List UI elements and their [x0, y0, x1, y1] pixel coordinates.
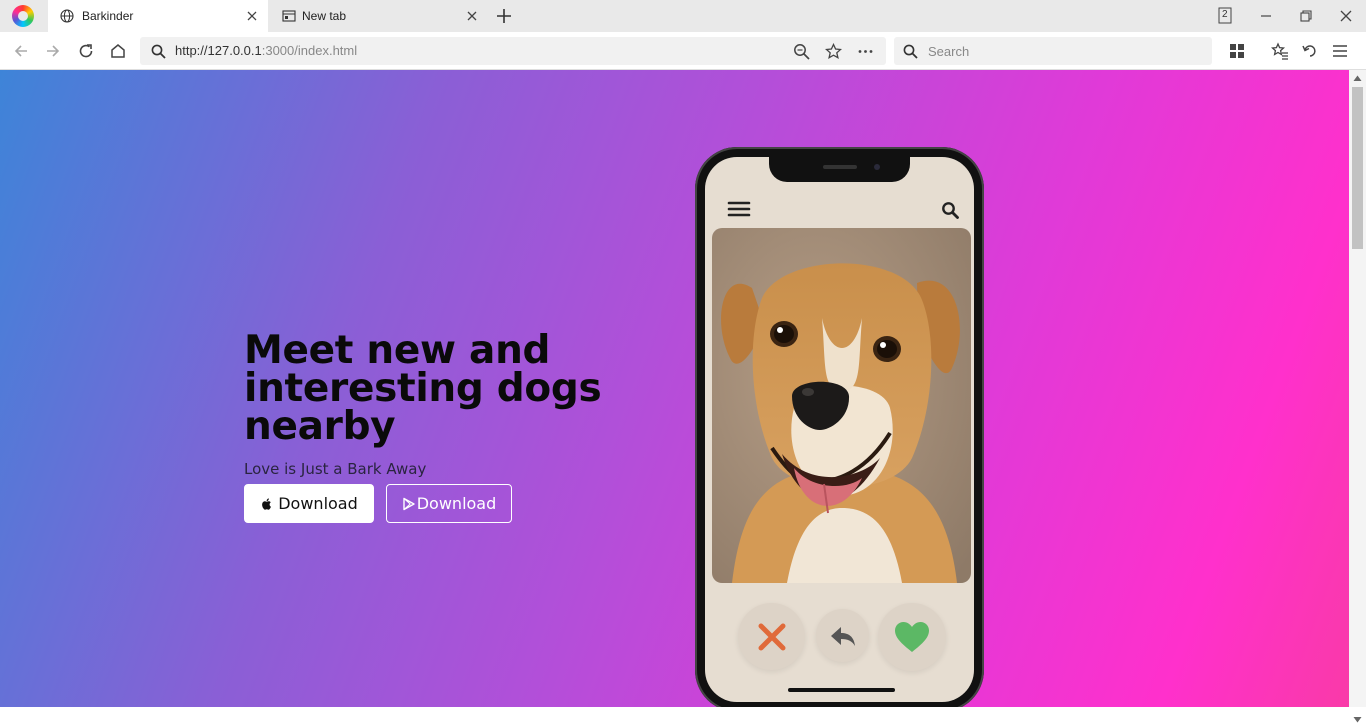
like-button[interactable]: [878, 603, 946, 671]
play-download-button[interactable]: Download: [386, 484, 512, 523]
close-tab-icon[interactable]: [464, 8, 480, 24]
phone-speaker: [823, 165, 857, 169]
page-hero: Meet new and interesting dogs nearby Lov…: [0, 70, 1349, 707]
search-icon[interactable]: [941, 201, 959, 219]
vertical-scrollbar[interactable]: [1349, 70, 1366, 723]
minimize-icon[interactable]: [1256, 6, 1276, 26]
hero-title: Meet new and interesting dogs nearby: [244, 328, 602, 449]
phone-camera: [874, 164, 880, 170]
page-bottom-edge: [0, 707, 1349, 723]
new-tab-plus-icon[interactable]: [495, 7, 513, 25]
address-bar[interactable]: http://127.0.0.1:3000/index.html: [140, 37, 886, 65]
search-icon: [903, 44, 918, 59]
forward-arrow-icon[interactable]: [44, 42, 62, 60]
search-input[interactable]: [926, 41, 1196, 61]
scroll-up-icon[interactable]: [1353, 74, 1362, 82]
favorites-icon[interactable]: [1271, 42, 1289, 60]
search-box[interactable]: [894, 37, 1212, 65]
play-store-icon: [403, 497, 415, 510]
tab-new-tab[interactable]: New tab: [270, 0, 488, 32]
phone-screen: [705, 157, 974, 702]
bookmark-star-icon[interactable]: [825, 43, 842, 60]
globe-icon: [60, 9, 74, 23]
hamburger-menu-icon[interactable]: [727, 200, 751, 218]
tab-count-icon[interactable]: 2: [1215, 6, 1235, 26]
home-icon[interactable]: [109, 42, 127, 60]
like-heart-icon: [895, 622, 929, 652]
search-icon: [151, 44, 166, 59]
undo-arrow-icon: [830, 626, 855, 646]
phone-mockup: [695, 147, 984, 707]
browser-logo-icon[interactable]: [12, 5, 34, 27]
more-options-icon[interactable]: [857, 43, 874, 60]
zoom-icon[interactable]: [793, 43, 810, 60]
play-download-label: Download: [416, 494, 497, 513]
undo-button[interactable]: [816, 609, 869, 662]
apple-download-button[interactable]: Download: [244, 484, 374, 523]
menu-icon[interactable]: [1331, 42, 1349, 60]
newtab-icon: [282, 10, 296, 22]
nope-button[interactable]: [738, 603, 805, 670]
tab-title: New tab: [302, 9, 347, 23]
close-tab-icon[interactable]: [244, 8, 260, 24]
apple-icon: [262, 497, 272, 510]
scroll-thumb[interactable]: [1352, 87, 1363, 249]
hero-subtitle: Love is Just a Bark Away: [244, 460, 427, 478]
home-indicator: [788, 688, 895, 692]
back-arrow-icon[interactable]: [12, 42, 30, 60]
reload-icon[interactable]: [77, 42, 95, 60]
apple-download-label: Download: [278, 494, 358, 513]
navigation-bar: http://127.0.0.1:3000/index.html: [0, 32, 1366, 70]
tab-bar: Barkinder New tab 2: [0, 0, 1366, 32]
apps-grid-icon[interactable]: [1228, 42, 1246, 60]
restore-icon[interactable]: [1296, 6, 1316, 26]
close-window-icon[interactable]: [1336, 6, 1356, 26]
tab-barkinder[interactable]: Barkinder: [48, 0, 268, 32]
phone-notch: [769, 157, 910, 182]
url-text[interactable]: http://127.0.0.1:3000/index.html: [175, 43, 357, 58]
undo-icon[interactable]: [1301, 42, 1319, 60]
tab-count-badge: 2: [1222, 9, 1228, 20]
dog-photo[interactable]: [712, 228, 971, 583]
nope-x-icon: [758, 623, 785, 650]
tab-title: Barkinder: [82, 9, 134, 23]
